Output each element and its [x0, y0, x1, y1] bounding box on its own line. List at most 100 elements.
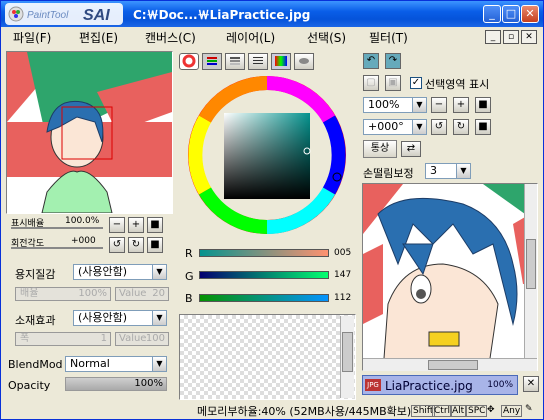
normal-view-button[interactable]: 통상 [363, 140, 397, 158]
color-mixer-tab[interactable] [248, 53, 268, 70]
rgb-slider-tab[interactable] [202, 53, 222, 70]
rgb-bars-icon [207, 57, 217, 65]
canvas-rotate-right-button[interactable]: ↻ [453, 119, 469, 135]
r-slider[interactable] [199, 249, 329, 257]
doc-minimize-button[interactable]: _ [485, 30, 501, 44]
opacity-slider[interactable]: 100% [65, 377, 167, 391]
canvas-zoom-in-button[interactable]: + [453, 97, 469, 113]
menu-filter[interactable]: 필터(T) [369, 29, 408, 46]
angle-value: +000 [71, 236, 96, 246]
blend-mode-select[interactable]: Normal ▼ [65, 356, 167, 372]
zoom-slider[interactable] [11, 227, 103, 229]
zoom-out-button[interactable]: − [109, 217, 125, 233]
space-key-indicator: SPC [466, 405, 488, 417]
canvas-zoom-value: 100% [368, 98, 400, 111]
menu-file[interactable]: 파일(F) [13, 29, 51, 46]
canvas-artwork [363, 184, 537, 370]
maximize-button[interactable]: □ [502, 5, 520, 23]
hsv-bars-icon [230, 57, 240, 65]
canvas-rotate-reset-button[interactable]: ■ [475, 119, 491, 135]
paper-texture-select[interactable]: (사용안함) ▼ [73, 264, 167, 280]
zoom-in-button[interactable]: + [128, 217, 144, 233]
effect-width-bar[interactable]: 폭1 [15, 332, 111, 346]
selection-checkbox[interactable]: ✓ [410, 77, 422, 89]
canvas-view[interactable] [362, 183, 538, 371]
zoom-value: 100.0% [65, 216, 100, 226]
canvas-zoom-reset-button[interactable]: ■ [475, 97, 491, 113]
effect-label: 소재효과 [15, 314, 56, 327]
effect-value-bar[interactable]: Value 100 [115, 332, 169, 346]
any-key-indicator: Any [501, 405, 523, 417]
angle-slider[interactable] [11, 247, 103, 249]
effect-value-num: 100 [145, 333, 165, 344]
deselect-button[interactable]: ▢ [363, 75, 379, 91]
g-label: G [185, 270, 194, 283]
swatch-area[interactable] [179, 314, 356, 400]
swatches-tab[interactable] [271, 53, 291, 70]
chevron-down-icon: ▼ [152, 357, 166, 371]
selection-visible-label: 선택영역 표시 [425, 78, 490, 91]
app-window: PaintTool SAI C:￦Doc...￦LiaPractice.jpg … [0, 0, 544, 420]
menu-canvas[interactable]: 캔버스(C) [145, 29, 196, 46]
paper-scale-label: 배율 [20, 288, 39, 299]
hscrollbar-thumb[interactable] [428, 360, 478, 370]
stabilizer-label: 손떨림보정 [363, 167, 414, 180]
opacity-value: 100% [134, 378, 163, 389]
navigator-thumbnail [7, 52, 172, 214]
invert-selection-button[interactable]: ▣ [385, 75, 401, 91]
redo-button[interactable]: ↷ [385, 53, 401, 69]
effect-value-label: Value [119, 333, 147, 344]
hsv-slider-tab[interactable] [225, 53, 245, 70]
chevron-down-icon: ▼ [152, 265, 166, 279]
canvas-zoom-select[interactable]: 100% ▼ [363, 97, 427, 113]
color-wheel[interactable] [185, 73, 349, 237]
canvas-angle-select[interactable]: +000° ▼ [363, 119, 427, 135]
canvas-rotate-left-button[interactable]: ↺ [431, 119, 447, 135]
flip-button[interactable]: ⇄ [401, 141, 421, 157]
pen-icon: ✎ [525, 404, 533, 414]
paper-texture-value: (사용안함) [78, 265, 128, 278]
color-wheel-tab[interactable] [179, 53, 199, 70]
doc-close-button[interactable]: ✕ [521, 30, 537, 44]
svg-text:PaintTool: PaintTool [27, 10, 69, 21]
rotate-right-button[interactable]: ↻ [128, 237, 144, 253]
menu-edit[interactable]: 편집(E) [79, 29, 118, 46]
doc-restore-button[interactable]: ▫ [503, 30, 519, 44]
menu-layer[interactable]: 레이어(L) [226, 29, 275, 46]
b-label: B [185, 292, 193, 305]
undo-button[interactable]: ↶ [363, 53, 379, 69]
effect-select[interactable]: (사용안함) ▼ [73, 310, 167, 326]
g-slider[interactable] [199, 271, 329, 279]
r-label: R [185, 247, 193, 260]
document-tab[interactable]: JPG LiaPractice.jpg 100% [362, 375, 518, 395]
g-value: 147 [334, 270, 352, 280]
vscrollbar-thumb[interactable] [526, 239, 536, 289]
effect-value: (사용안함) [78, 311, 128, 324]
paper-scale-bar[interactable]: 배율 100% [15, 287, 111, 301]
scrollbar-thumb[interactable] [342, 332, 353, 372]
paper-value-bar[interactable]: Value 20 [115, 287, 169, 301]
menu-bar: 파일(F) 편집(E) 캔버스(C) 레이어(L) 선택(S) 필터(T) _ … [1, 27, 543, 47]
chevron-down-icon: ▼ [412, 120, 426, 134]
minimize-button[interactable]: _ [483, 5, 501, 23]
document-close-button[interactable]: ✕ [523, 376, 539, 392]
opacity-label: Opacity [8, 379, 51, 392]
rotate-reset-button[interactable]: ■ [147, 237, 163, 253]
swatch-scrollbar[interactable] [340, 316, 354, 398]
menu-selection[interactable]: 선택(S) [307, 29, 346, 46]
svg-text:SAI: SAI [83, 7, 110, 24]
rotate-left-button[interactable]: ↺ [109, 237, 125, 253]
chevron-down-icon: ▼ [152, 311, 166, 325]
navigator-preview[interactable] [6, 51, 173, 214]
stabilizer-select[interactable]: 3 ▼ [425, 163, 471, 179]
close-button[interactable]: ✕ [521, 5, 539, 23]
zoom-reset-button[interactable]: ■ [147, 217, 163, 233]
b-slider[interactable] [199, 294, 329, 302]
canvas-vscrollbar[interactable] [524, 184, 537, 358]
jpg-file-icon: JPG [365, 379, 381, 391]
stabilizer-value: 3 [430, 164, 437, 177]
canvas-zoom-out-button[interactable]: − [431, 97, 447, 113]
canvas-hscrollbar[interactable] [363, 358, 537, 371]
move-icon: ✥ [487, 405, 495, 415]
scratchpad-tab[interactable] [294, 53, 314, 70]
